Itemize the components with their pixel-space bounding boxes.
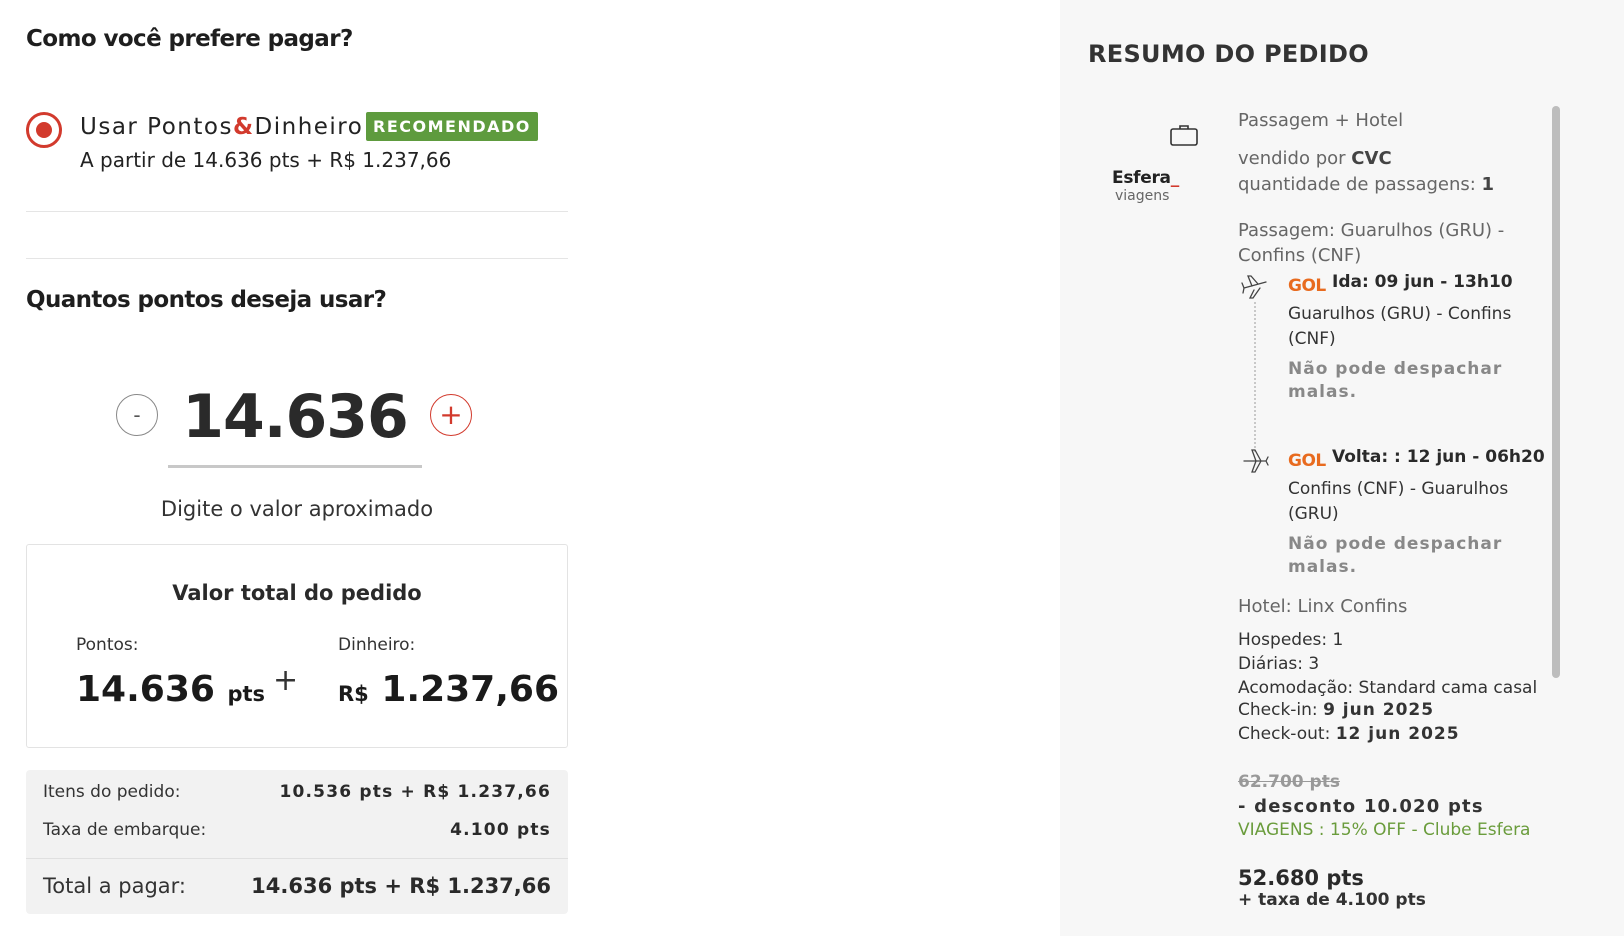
plus-sign: + [273, 663, 299, 698]
hotel-name: Hotel: Linx Confins [1238, 596, 1408, 617]
sold-by: vendido por CVC [1238, 148, 1392, 169]
gol-airline-logo: GOL [1288, 276, 1326, 296]
order-total-title: Valor total do pedido [172, 581, 422, 605]
final-price: 52.680 pts [1238, 866, 1364, 890]
hotel-nights: Diárias: 3 [1238, 654, 1320, 674]
discount: - desconto 10.020 pts [1238, 796, 1484, 817]
baggage-info: Não pode despachar malas. [1288, 359, 1503, 402]
increase-points-button[interactable]: + [430, 394, 472, 436]
payment-summary: Itens do pedido: 10.536 pts + R$ 1.237,66… [26, 770, 568, 914]
divider [26, 258, 568, 259]
money-label: Dinheiro: [338, 635, 416, 655]
promo-label: VIAGENS : 15% OFF - Clube Esfera [1238, 820, 1531, 840]
logo-subtext: viagens [1115, 188, 1170, 204]
total-points: 14.636 pts [76, 669, 266, 710]
return-plane-icon [1243, 449, 1269, 473]
flight-date: Ida: 09 jun - 13h10 [1332, 272, 1513, 292]
summary-row-items: Itens do pedido: 10.536 pts + R$ 1.237,66 [43, 782, 551, 802]
ticket-quantity: quantidade de passagens: 1 [1238, 174, 1495, 195]
suitcase-icon [1170, 125, 1198, 146]
gol-airline-logo: GOL [1288, 451, 1326, 471]
package-type: Passagem + Hotel [1238, 110, 1404, 131]
recommended-badge: RECOMENDADO [366, 112, 538, 141]
points-title: Quantos pontos deseja usar? [26, 287, 387, 313]
hotel-room: Acomodação: Standard cama casal [1238, 678, 1538, 698]
order-summary-panel: RESUMO DO PEDIDO Esfera_ viagens Passage… [1060, 0, 1624, 936]
total-money: R$ 1.237,66 [338, 669, 559, 710]
ticket-route: Passagem: Guarulhos (GRU) - Confins (CNF… [1238, 220, 1505, 266]
order-summary-title: RESUMO DO PEDIDO [1088, 40, 1369, 68]
flight-connector [1254, 302, 1256, 452]
order-total-box: Valor total do pedido Pontos: Dinheiro: … [26, 544, 568, 748]
points-stepper: - 14.636 + [26, 372, 568, 472]
flight-date: Volta: : 12 jun - 06h20 [1332, 447, 1545, 467]
points-hint: Digite o valor aproximado [160, 497, 434, 521]
points-input[interactable]: 14.636 [168, 372, 422, 468]
hotel-checkin: Check-in: 9 jun 2025 [1238, 700, 1435, 720]
hotel-guests: Hospedes: 1 [1238, 630, 1344, 650]
departure-plane-icon [1241, 275, 1267, 299]
flight-route: Guarulhos (GRU) - Confins (CNF) [1288, 304, 1512, 349]
baggage-info: Não pode despachar malas. [1288, 534, 1503, 577]
original-price: 62.700 pts [1238, 772, 1340, 792]
payment-option-subtitle: A partir de 14.636 pts + R$ 1.237,66 [80, 148, 452, 172]
logo-text: Esfera_ [1112, 168, 1179, 188]
payment-option-points-money[interactable]: Usar Pontos&Dinheiro RECOMENDADO A parti… [26, 110, 568, 212]
flight-route: Confins (CNF) - Guarulhos (GRU) [1288, 479, 1509, 524]
payment-option-label[interactable]: Usar Pontos&Dinheiro [80, 114, 363, 140]
hotel-checkout: Check-out: 12 jun 2025 [1238, 724, 1460, 744]
tax-line: + taxa de 4.100 pts [1238, 890, 1426, 910]
points-label: Pontos: [76, 635, 139, 655]
radio-selected-icon[interactable] [26, 112, 62, 148]
divider [26, 858, 568, 859]
scrollbar[interactable] [1552, 106, 1560, 678]
summary-row-tax: Taxa de embarque: 4.100 pts [43, 820, 551, 840]
summary-row-total: Total a pagar: 14.636 pts + R$ 1.237,66 [43, 874, 551, 898]
payment-title: Como você prefere pagar? [26, 26, 353, 52]
decrease-points-button[interactable]: - [116, 394, 158, 436]
